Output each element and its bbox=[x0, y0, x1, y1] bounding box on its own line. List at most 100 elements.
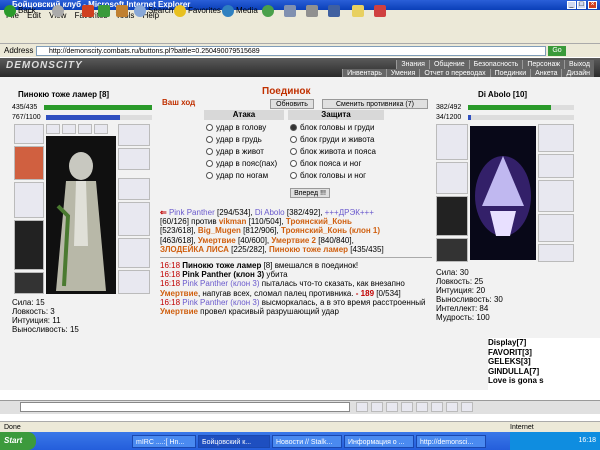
block-waist-legs-option[interactable]: блок пояса и ног bbox=[290, 157, 376, 169]
task-fightclub[interactable]: Бойцовский к... bbox=[198, 435, 270, 448]
left-slot-armor[interactable] bbox=[14, 220, 44, 270]
chat-tool-icon[interactable] bbox=[461, 402, 473, 412]
battle-log: ⇐ Pink Panther [294/534], Di Abolo [382/… bbox=[160, 208, 432, 316]
attack-head-option[interactable]: удар в голову bbox=[206, 121, 277, 133]
right-player-name[interactable]: Di Abolo [10] bbox=[478, 90, 527, 99]
left-slot-bracers[interactable] bbox=[118, 148, 150, 170]
left-slot-ring-4[interactable] bbox=[94, 124, 108, 134]
task-mirc[interactable]: mIRC ....:[ Hn... bbox=[132, 435, 196, 448]
attack-chest-option[interactable]: удар в грудь bbox=[206, 133, 277, 145]
left-slot-earring[interactable] bbox=[14, 124, 44, 144]
attack-stomach-option[interactable]: удар в живот bbox=[206, 145, 277, 157]
radio-button[interactable] bbox=[206, 159, 213, 167]
block-chest-stomach-option[interactable]: блок груди и живота bbox=[290, 133, 376, 145]
messenger-button[interactable] bbox=[352, 4, 364, 18]
radio-button[interactable] bbox=[206, 123, 213, 131]
attack-groin-option[interactable]: удар в пояс(пах) bbox=[206, 157, 277, 169]
left-slot-pants[interactable] bbox=[118, 238, 150, 268]
online-item[interactable]: Love is gona s bbox=[488, 376, 600, 386]
start-button[interactable]: Start bbox=[0, 432, 36, 450]
radio-button[interactable] bbox=[206, 171, 213, 179]
task-info[interactable]: Информация о ... bbox=[344, 435, 414, 448]
right-slot-armor[interactable] bbox=[436, 196, 468, 236]
radio-button[interactable] bbox=[206, 135, 213, 143]
left-slot-weapon[interactable] bbox=[14, 182, 44, 218]
block-stomach-waist-option[interactable]: блок живота и пояса bbox=[290, 145, 376, 157]
left-slot-gloves[interactable] bbox=[118, 124, 150, 146]
chat-tool-icon[interactable] bbox=[356, 402, 368, 412]
online-item[interactable]: Display[7] bbox=[488, 338, 600, 348]
change-opponent-button[interactable]: Сменить противника (7) bbox=[322, 99, 428, 109]
online-item[interactable]: GINDULLA[7] bbox=[488, 367, 600, 377]
forward-button[interactable] bbox=[52, 4, 64, 18]
radio-button-selected[interactable] bbox=[290, 123, 297, 131]
radio-button[interactable] bbox=[290, 147, 297, 155]
right-slot-boots[interactable] bbox=[538, 244, 574, 262]
radio-button[interactable] bbox=[290, 159, 297, 167]
chat-input[interactable] bbox=[20, 402, 350, 412]
team-line-4: [463/618], Умертвие [40/600], Умертвие 2… bbox=[160, 235, 354, 245]
attack-legs-option[interactable]: удар по ногам bbox=[206, 169, 277, 181]
search-button[interactable]: Search bbox=[134, 4, 173, 18]
right-slot-gloves[interactable] bbox=[538, 124, 574, 152]
maximize-button[interactable]: □ bbox=[577, 1, 586, 9]
left-slot-offhand[interactable] bbox=[118, 202, 150, 236]
favorites-button[interactable]: Favorites bbox=[174, 4, 221, 18]
chat-tools bbox=[356, 402, 536, 412]
discuss-button[interactable] bbox=[374, 4, 386, 18]
minimize-button[interactable]: _ bbox=[567, 1, 576, 9]
address-input[interactable]: http://demonscity.combats.ru/buttons.pl?… bbox=[36, 46, 546, 56]
history-button[interactable] bbox=[262, 4, 274, 18]
go-button[interactable]: Go bbox=[548, 46, 566, 56]
block-head-legs-option[interactable]: блок головы и ног bbox=[290, 169, 376, 181]
right-slot-shield[interactable] bbox=[538, 214, 574, 242]
task-demonscity[interactable]: http://demonsci... bbox=[416, 435, 486, 448]
left-slot-ring-2[interactable] bbox=[62, 124, 76, 134]
team-line-5: ЗЛОДЕЙКА ЛИСА [225/282], Пинокю тоже лам… bbox=[160, 244, 384, 254]
left-slot-boots[interactable] bbox=[118, 270, 150, 294]
block-head-chest-option[interactable]: блок головы и груди bbox=[290, 121, 376, 133]
chat-tool-icon[interactable] bbox=[401, 402, 413, 412]
mail-button[interactable] bbox=[284, 4, 296, 18]
online-item[interactable]: GELEKS[3] bbox=[488, 357, 600, 367]
radio-button[interactable] bbox=[206, 147, 213, 155]
radio-button[interactable] bbox=[290, 135, 297, 143]
stop-button[interactable] bbox=[82, 4, 94, 18]
left-player-name[interactable]: Пинокю тоже ламер [8] bbox=[18, 90, 109, 99]
system-tray: 16:18 bbox=[510, 432, 600, 450]
status-text: Done bbox=[4, 424, 21, 431]
close-button[interactable]: × bbox=[588, 1, 597, 9]
forward-attack-button[interactable]: Вперед !!! bbox=[290, 188, 330, 198]
log-entry: 16:18 Pink Panther (клон 3) пыталась что… bbox=[160, 279, 405, 298]
media-button[interactable]: Media bbox=[222, 4, 258, 18]
radio-button[interactable] bbox=[290, 171, 297, 179]
chat-tool-icon[interactable] bbox=[431, 402, 443, 412]
chat-tool-icon[interactable] bbox=[416, 402, 428, 412]
left-slot-ring-1[interactable] bbox=[46, 124, 60, 134]
right-slot-rings[interactable] bbox=[538, 180, 574, 212]
refresh-button[interactable] bbox=[98, 4, 110, 18]
left-slot-shield[interactable] bbox=[118, 178, 150, 200]
task-news[interactable]: Новости // Stalk... bbox=[272, 435, 342, 448]
left-slot-ring-3[interactable] bbox=[78, 124, 92, 134]
back-button[interactable]: Back bbox=[4, 4, 36, 18]
print-button[interactable] bbox=[306, 4, 318, 18]
right-slot-helmet[interactable] bbox=[436, 124, 468, 160]
right-slot-belt[interactable] bbox=[436, 238, 468, 262]
left-stat-strength: Сила: 15 bbox=[12, 298, 45, 307]
chat-tool-icon[interactable] bbox=[446, 402, 458, 412]
edit-button[interactable] bbox=[328, 4, 340, 18]
online-item[interactable]: FAVORIT[3] bbox=[488, 348, 600, 358]
right-slot-weapon[interactable] bbox=[436, 162, 468, 194]
home-button[interactable] bbox=[116, 4, 128, 18]
defense-options: блок головы и груди блок груди и живота … bbox=[290, 121, 376, 181]
left-stat-agility: Ловкость: 3 bbox=[12, 307, 55, 316]
right-avatar[interactable] bbox=[470, 126, 536, 260]
left-slot-belt[interactable] bbox=[14, 272, 44, 294]
chat-tool-icon[interactable] bbox=[386, 402, 398, 412]
left-avatar[interactable] bbox=[46, 136, 116, 294]
left-slot-helmet[interactable] bbox=[14, 146, 44, 180]
chat-tool-icon[interactable] bbox=[371, 402, 383, 412]
refresh-battle-button[interactable]: Обновить bbox=[270, 99, 314, 109]
right-slot-bracers[interactable] bbox=[538, 154, 574, 178]
